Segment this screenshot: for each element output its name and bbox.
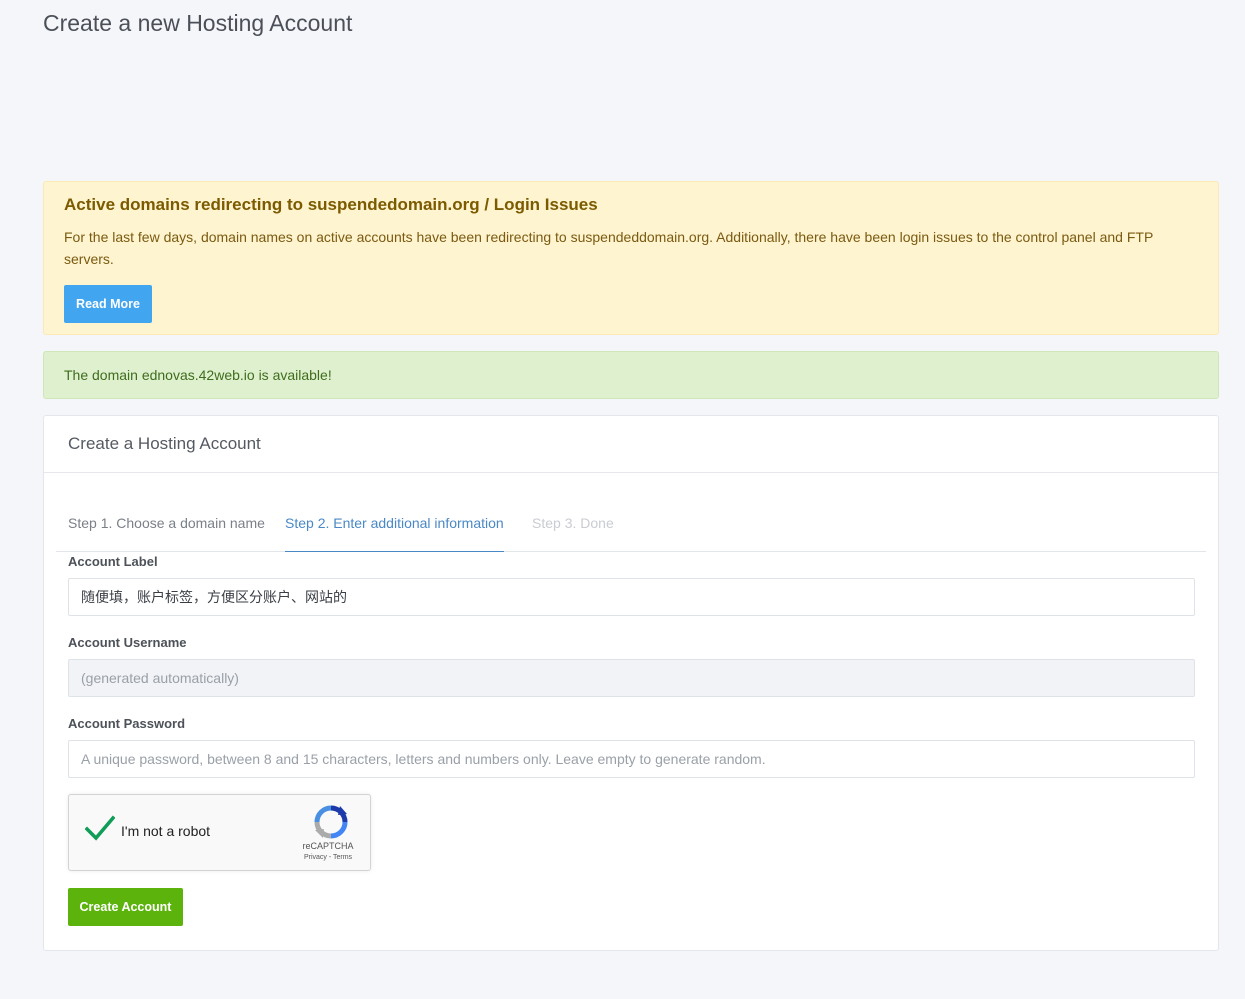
step-3-tab: Step 3. Done	[532, 515, 614, 531]
read-more-button[interactable]: Read More	[64, 285, 152, 323]
create-account-button[interactable]: Create Account	[68, 888, 183, 926]
notice-alert: Active domains redirecting to suspendedo…	[43, 181, 1219, 335]
step-tabs: Step 1. Choose a domain name Step 2. Ent…	[56, 501, 1206, 552]
page-title: Create a new Hosting Account	[43, 10, 353, 36]
domain-available-alert: The domain ednovas.42web.io is available…	[43, 351, 1219, 399]
recaptcha-widget[interactable]: I'm not a robot reCAPTCHA Privacy - Term…	[68, 794, 371, 871]
card-title: Create a Hosting Account	[68, 434, 261, 453]
domain-available-message: The domain ednovas.42web.io is available…	[64, 367, 332, 383]
account-label-input[interactable]	[68, 578, 1195, 616]
recaptcha-logo-icon	[314, 805, 348, 844]
recaptcha-links[interactable]: Privacy - Terms	[295, 854, 361, 861]
notice-body: For the last few days, domain names on a…	[64, 229, 1154, 267]
recaptcha-brand: reCAPTCHA	[302, 841, 354, 851]
card-header: Create a Hosting Account	[44, 416, 1218, 473]
recaptcha-label: I'm not a robot	[121, 823, 211, 839]
account-password-label: Account Password	[68, 716, 186, 731]
create-account-card: Create a Hosting Account Step 1. Choose …	[43, 415, 1219, 951]
account-username-label: Account Username	[68, 635, 187, 650]
account-label-label: Account Label	[68, 554, 158, 569]
checkmark-icon[interactable]	[84, 815, 116, 846]
step-2-tab[interactable]: Step 2. Enter additional information	[285, 515, 504, 552]
account-username-input	[68, 659, 1195, 697]
notice-heading: Active domains redirecting to suspendedo…	[64, 195, 598, 214]
step-1-tab[interactable]: Step 1. Choose a domain name	[68, 515, 265, 552]
account-password-input[interactable]	[68, 740, 1195, 778]
